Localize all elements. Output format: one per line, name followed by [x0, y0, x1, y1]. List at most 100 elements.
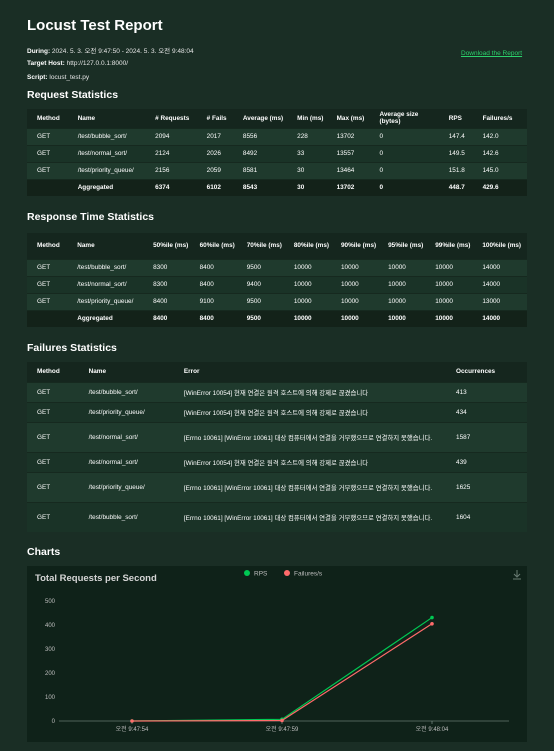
- x-tick-label: 오전 9:48:04: [416, 725, 449, 733]
- table-cell: 10000: [330, 292, 379, 310]
- column-header-60-ile-ms: 60%ile (ms): [189, 233, 237, 259]
- y-tick-label: 300: [45, 647, 56, 653]
- table-cell: 10000: [378, 258, 426, 276]
- table-cell: 151.8: [438, 161, 473, 179]
- table-header-row: Method Name 50%ile (ms) 60%ile (ms) 70%ile (…: [27, 233, 527, 259]
- aggregated-cell: Aggregated: [67, 178, 146, 196]
- table-row: GET/test/bubble_sort/[Errno 10061] [WinE…: [27, 501, 527, 532]
- column-header-occurrences: Occurrences: [446, 362, 527, 382]
- script-line: Script: locust_test.py: [27, 74, 89, 81]
- rps-chart: Total Requests per Second RPS Failures/s 0 1…: [35, 570, 521, 733]
- table-cell: 10000: [330, 258, 379, 276]
- data-point: [130, 719, 134, 723]
- table-cell: /test/normal_sort/: [67, 144, 146, 162]
- table-row: GET/test/normal_sort/2124 2026 8492 33 13557…: [27, 144, 527, 162]
- table-cell: 14000: [472, 275, 527, 293]
- table-row: GET/test/normal_sort/8300 8400 9400 10000 10…: [27, 275, 527, 293]
- aggregated-cell: 448.7: [438, 178, 473, 196]
- aggregated-cell: 0: [369, 178, 439, 196]
- table-cell: 2094: [145, 127, 197, 145]
- failures-stats-table: Method Name Error Occurrences GET/test/bubb…: [27, 362, 527, 532]
- during-line: During: 2024. 5. 3. 오전 9:47:50 - 2024. 5…: [27, 45, 194, 55]
- column-header-min-ms: Min (ms): [287, 109, 327, 128]
- y-tick-label: 500: [45, 599, 56, 605]
- download-report-link[interactable]: Download the Report: [461, 50, 522, 57]
- table-cell: 2017: [196, 127, 233, 145]
- column-header-name: Name: [78, 362, 174, 382]
- aggregated-cell: 30: [287, 178, 327, 196]
- table-cell: 8400: [189, 275, 237, 293]
- table-cell: 413: [446, 381, 527, 402]
- table-cell: GET: [27, 144, 68, 162]
- table-cell: [WinError 10054] 현재 연결은 원격 호스트에 의해 강제로 끊…: [173, 451, 447, 472]
- table-cell: 8300: [143, 258, 190, 276]
- table-row: GET/test/normal_sort/[Errno 10061] [WinE…: [27, 421, 527, 452]
- table-cell: /test/bubble_sort/: [78, 381, 174, 402]
- table-cell: 142.6: [472, 144, 527, 162]
- table-cell: GET: [27, 401, 79, 422]
- table-cell: 8400: [189, 258, 237, 276]
- chart-panel: Total Requests per Second RPS Failures/s 0 1…: [27, 566, 527, 742]
- table-cell: /test/normal_sort/: [78, 421, 174, 452]
- aggregated-row: Aggregated 8400 8400 9500 10000 10000 10000 100…: [27, 309, 527, 327]
- table-cell: 10000: [378, 292, 426, 310]
- table-cell: 10000: [283, 275, 331, 293]
- during-value: 2024. 5. 3. 오전 9:47:50 - 2024. 5. 3. 오전 …: [51, 48, 194, 55]
- table-cell: 13000: [472, 292, 527, 310]
- aggregated-cell: 10000: [378, 309, 426, 327]
- column-header-name: Name: [67, 109, 146, 128]
- table-cell: 2026: [196, 144, 233, 162]
- column-header-rps: RPS: [438, 109, 473, 128]
- table-cell: 1625: [446, 471, 527, 502]
- table-cell: 8492: [232, 144, 288, 162]
- table-cell: GET: [27, 421, 79, 452]
- table-cell: 8400: [143, 292, 190, 310]
- aggregated-cell: 10000: [283, 309, 331, 327]
- legend-swatch: [244, 570, 250, 576]
- x-tick-label: 오전 9:47:59: [266, 725, 299, 733]
- series-line: [131, 623, 433, 722]
- table-cell: 2059: [196, 161, 233, 179]
- during-label: During:: [27, 48, 51, 55]
- table-cell: 10000: [330, 275, 379, 293]
- aggregated-cell: 429.6: [472, 178, 527, 196]
- table-row: GET/test/bubble_sort/2094 2017 8556 228 1370…: [27, 127, 527, 145]
- chart-title: Total Requests per Second: [35, 573, 157, 584]
- table-cell: GET: [27, 381, 79, 402]
- x-tick-label: 오전 9:47:54: [116, 725, 149, 733]
- column-header-failures-s: Failures/s: [472, 109, 527, 128]
- table-cell: GET: [27, 451, 79, 472]
- table-cell: /test/bubble_sort/: [78, 501, 174, 532]
- y-tick-label: 400: [45, 623, 56, 629]
- aggregated-cell: 10000: [330, 309, 379, 327]
- aggregated-cell: 14000: [472, 309, 527, 327]
- table-row: GET/test/bubble_sort/8300 8400 9500 10000 10…: [27, 258, 527, 276]
- table-cell: 2124: [145, 144, 197, 162]
- table-cell: GET: [27, 127, 68, 145]
- table-cell: 2156: [145, 161, 197, 179]
- host-line: Target Host: http://127.0.0.1:8000/: [27, 60, 128, 67]
- y-tick-label: 100: [45, 695, 56, 701]
- table-cell: 149.5: [438, 144, 473, 162]
- table-cell: 14000: [472, 258, 527, 276]
- table-cell: 13464: [326, 161, 370, 179]
- legend-swatch: [284, 570, 290, 576]
- table-cell: /test/normal_sort/: [67, 275, 144, 293]
- table-cell: 10000: [378, 275, 426, 293]
- column-header-error: Error: [173, 362, 447, 382]
- table-cell: 13557: [326, 144, 370, 162]
- download-icon: [513, 570, 521, 580]
- aggregated-cell: 13702: [326, 178, 370, 196]
- table-cell: 228: [287, 127, 327, 145]
- table-cell: /test/normal_sort/: [78, 451, 174, 472]
- column-header-average-size-bytes: Average size (bytes): [369, 109, 439, 128]
- legend-label: Failures/s: [294, 571, 323, 578]
- column-header-50-ile-ms: 50%ile (ms): [143, 233, 190, 259]
- table-cell: GET: [27, 161, 68, 179]
- data-point: [430, 615, 434, 620]
- table-cell: [WinError 10054] 현재 연결은 원격 호스트에 의해 강제로 끊…: [173, 401, 447, 422]
- table-cell: /test/priority_queue/: [78, 471, 174, 502]
- aggregated-cell: 8400: [189, 309, 237, 327]
- aggregated-cell: [27, 309, 68, 327]
- column-header-method: Method: [27, 233, 68, 259]
